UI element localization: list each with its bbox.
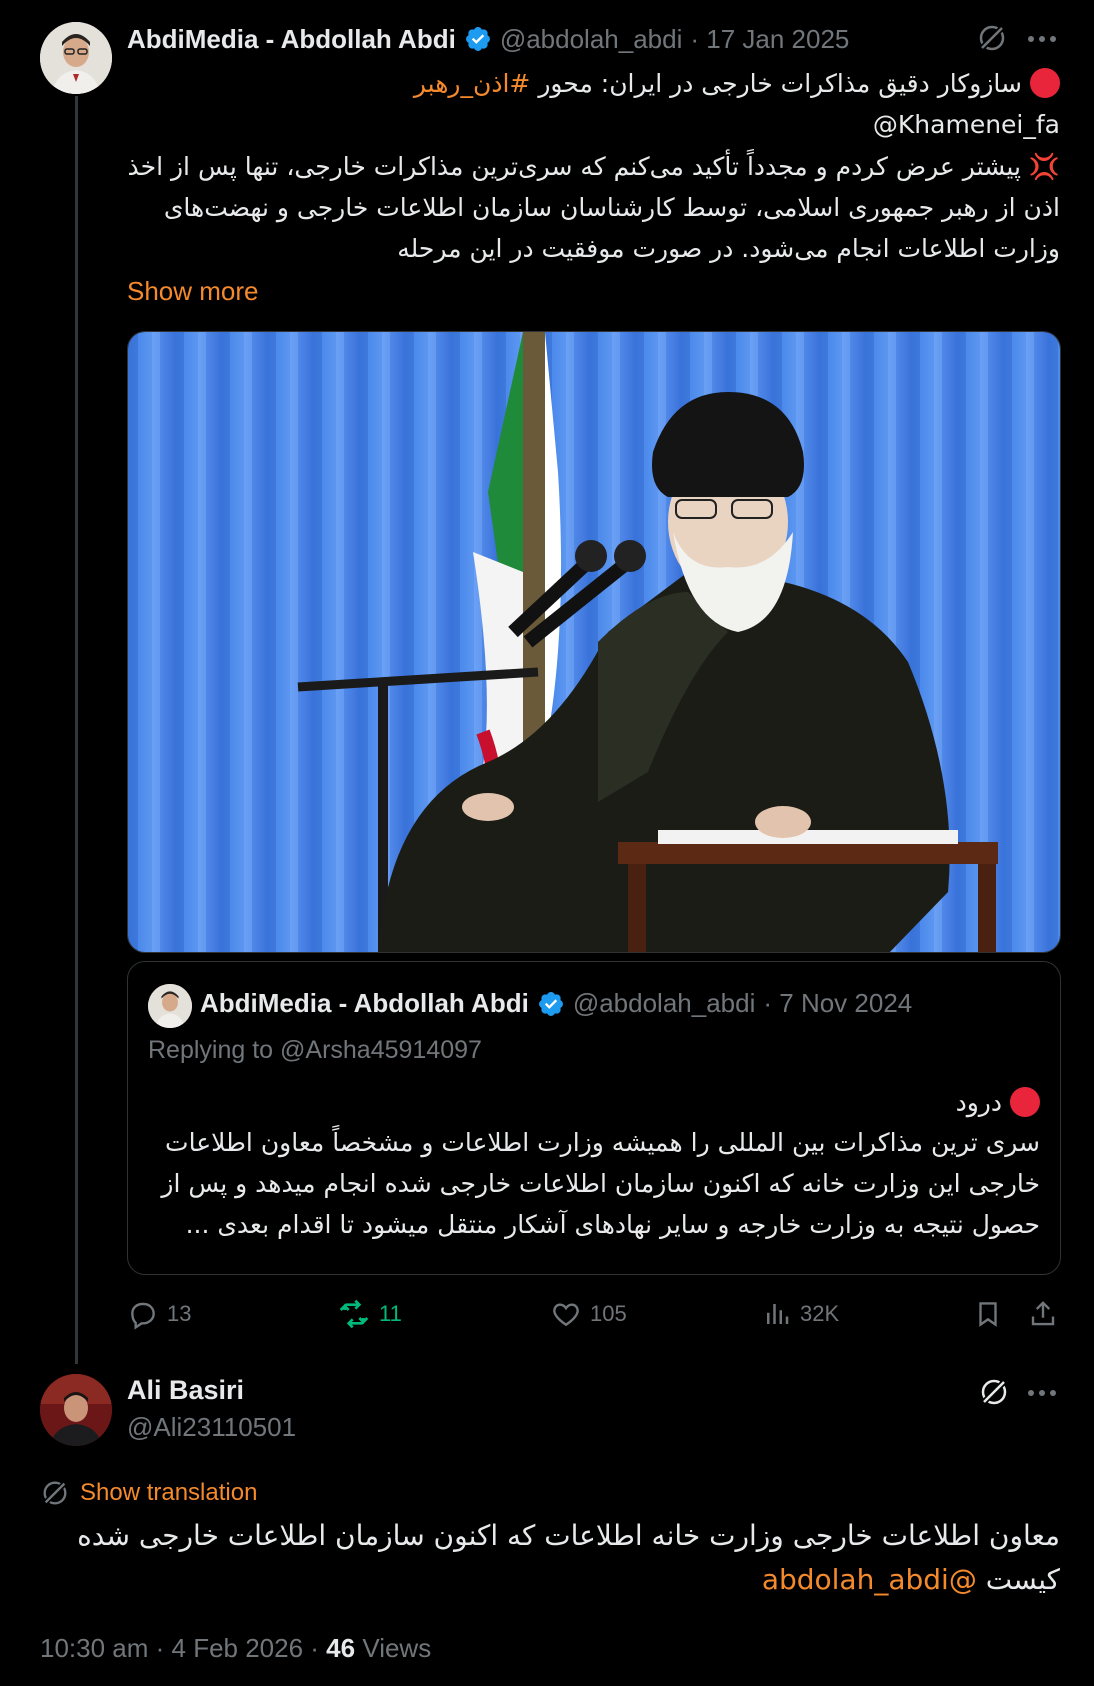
retweet-count: 11 <box>379 1301 402 1326</box>
author-avatar[interactable] <box>40 22 112 94</box>
quoted-author-avatar <box>148 984 192 1028</box>
bookmark-icon <box>979 1302 997 1327</box>
author-handle[interactable]: @abdolah_abdi <box>500 24 683 55</box>
mention-link[interactable]: @Khamenei_fa <box>873 104 1060 145</box>
share-button[interactable] <box>1028 1298 1058 1335</box>
grok-translate-icon <box>41 1479 69 1507</box>
avatar-portrait-icon <box>40 22 112 94</box>
bookmark-button[interactable] <box>973 1298 1003 1335</box>
analytics-icon <box>767 1304 789 1324</box>
red-circle-icon <box>1030 68 1060 98</box>
views-button[interactable]: 32K <box>762 1298 839 1330</box>
like-count: 105 <box>590 1301 627 1326</box>
avatar-portrait-icon <box>40 1374 112 1446</box>
reply-author-handle[interactable]: @Ali23110501 <box>127 1412 296 1443</box>
author-display-name[interactable]: AbdiMedia - Abdollah Abdi <box>127 24 456 55</box>
quoted-body-line-3: حصول نتیجه به وزارت خارجه و سایر نهادهای… <box>185 1210 1040 1239</box>
tweet-date[interactable]: · 17 Jan 2025 <box>690 24 849 55</box>
reply-meta: 10:30 am · 4 Feb 2026 · 46 Views <box>40 1633 431 1664</box>
retweet-button[interactable]: 11 <box>337 1298 402 1330</box>
reply-mention-link[interactable]: @abdolah_abdi <box>762 1563 977 1596</box>
quoted-tweet-date: · 7 Nov 2024 <box>763 988 913 1018</box>
tweet-header: AbdiMedia - Abdollah Abdi @abdolah_abdi … <box>127 22 849 56</box>
show-translation-row[interactable]: Show translation <box>40 1478 257 1508</box>
verified-badge-icon <box>465 27 490 51</box>
grok-icon[interactable] <box>976 22 1008 54</box>
reply-more-options-icon[interactable] <box>1028 1390 1058 1396</box>
like-button[interactable]: 105 <box>550 1298 627 1330</box>
show-translation-link[interactable]: Show translation <box>80 1479 257 1507</box>
more-options-icon[interactable] <box>1028 36 1058 42</box>
grok-logo-icon <box>977 23 1007 53</box>
tweet-body-line-3: وزارت اطلاعات انجام می‌شود. در صورت موفق… <box>397 234 1060 263</box>
tweet-line-1: سازوکار دقیق مذاکرات خارجی در ایران: محو… <box>126 63 1060 104</box>
reply-count: 13 <box>167 1301 192 1326</box>
avatar-portrait-icon <box>148 984 192 1028</box>
reply-views-label: Views <box>355 1633 432 1663</box>
reply-timestamp[interactable]: 10:30 am · 4 Feb 2026 · <box>40 1633 326 1663</box>
quoted-greeting: درود <box>955 1088 1002 1117</box>
red-circle-icon <box>1010 1087 1040 1117</box>
quoted-author-handle: @abdolah_abdi <box>572 988 756 1018</box>
quoted-tweet-header: AbdiMedia - Abdollah Abdi @abdolah_abdi … <box>200 988 912 1019</box>
reply-text-line-1: معاون اطلاعات خارجی وزارت خانه اطلاعات ک… <box>77 1519 1060 1552</box>
view-count: 32K <box>800 1301 840 1326</box>
tweet-line-1-text: سازوکار دقیق مذاکرات خارجی در ایران: محو… <box>538 69 1022 98</box>
verified-badge-icon <box>538 991 563 1016</box>
heart-icon <box>553 1303 579 1327</box>
quoted-body-line-2: خارجی این وزارت خانه که اکنون سازمان اطل… <box>161 1169 1040 1198</box>
tweet-body-line-1: 💢 پیشتر عرض کردم و مجدداً تأکید می‌کنم ک… <box>127 152 1060 181</box>
grok-logo-icon <box>979 1377 1009 1407</box>
retweet-icon <box>339 1299 369 1329</box>
reply-text-line-2: کیست @abdolah_abdi <box>762 1557 1060 1603</box>
quoted-tweet-card[interactable]: AbdiMedia - Abdollah Abdi @abdolah_abdi … <box>127 961 1061 1275</box>
tweet-photo[interactable] <box>127 331 1061 953</box>
reply-author-avatar[interactable] <box>40 1374 112 1446</box>
reply-button[interactable]: 13 <box>127 1298 191 1330</box>
tweet-body-line-2: اذن از رهبر جمهوری اسلامی، توسط کارشناسا… <box>163 193 1060 222</box>
reply-icon <box>131 1302 155 1330</box>
replying-to-label: Replying to @Arsha45914097 <box>148 1036 482 1064</box>
share-icon <box>1031 1301 1055 1326</box>
quoted-author-name: AbdiMedia - Abdollah Abdi <box>200 988 529 1018</box>
hashtag-link[interactable]: #اذن_رهبر <box>414 69 530 98</box>
reply-author-name[interactable]: Ali Basiri <box>127 1375 244 1406</box>
quoted-greeting-line: درود <box>956 1082 1040 1123</box>
show-more-link[interactable]: Show more <box>127 276 259 307</box>
reply-views-count: 46 <box>326 1633 356 1663</box>
photo-illustration <box>128 332 1060 952</box>
quoted-body-line-1: سری ترین مذاکرات بین المللی را همیشه وزا… <box>165 1128 1040 1157</box>
reply-question-word: کیست <box>985 1563 1060 1596</box>
reply-grok-button[interactable] <box>978 1376 1010 1408</box>
thread-connector-line <box>75 96 78 1364</box>
